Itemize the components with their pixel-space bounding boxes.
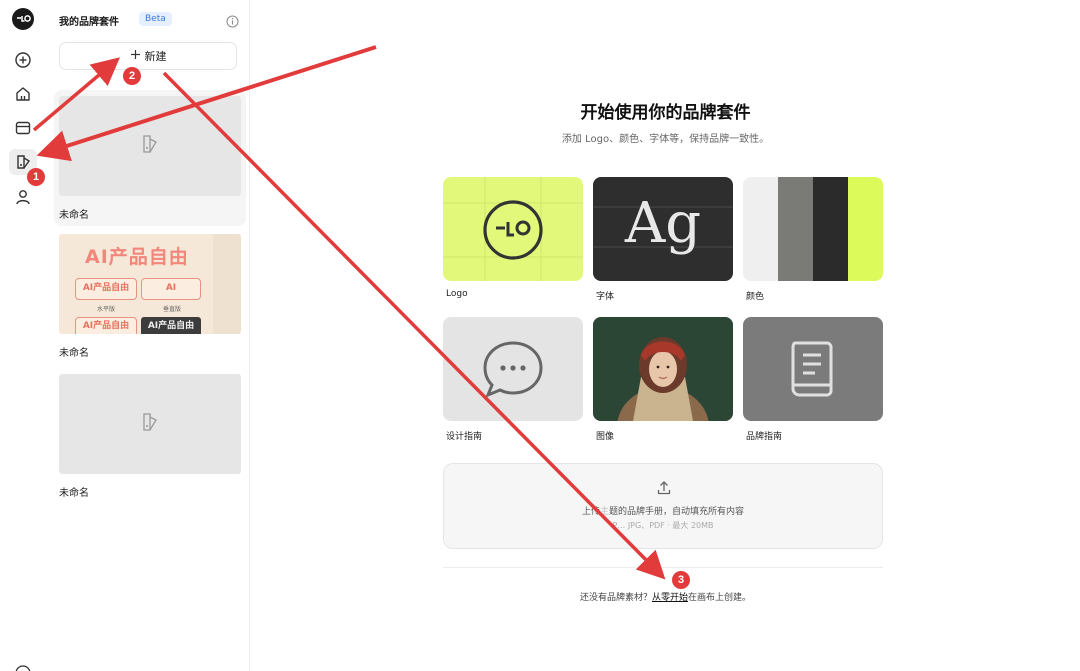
card-label: 颜色	[746, 292, 765, 302]
upload-format-hint: P… JPG、PDF · 最大 20MB	[612, 521, 714, 530]
brand-guide-card[interactable]: 品牌指南	[743, 317, 883, 442]
folder-icon[interactable]	[13, 118, 33, 138]
logo-card[interactable]: Logo	[443, 177, 583, 299]
kit-thumbnail	[59, 374, 241, 474]
color-swatch	[743, 177, 778, 281]
brand-kit-panel: 我的品牌套件 Beta 新建 未命名 AI产品自由 AI产品自由 AI 水平版 …	[46, 0, 250, 671]
start-from-scratch-link[interactable]: 从零开始	[652, 593, 688, 603]
upload-icon	[656, 480, 672, 500]
color-swatch	[848, 177, 883, 281]
design-guide-card-image	[443, 317, 583, 421]
image-card[interactable]: 图像	[593, 317, 733, 442]
upload-instructions: 上传主题的品牌手册，自动填充所有内容	[581, 507, 745, 517]
page-subtitle: 添加 Logo、颜色、字体等，保持品牌一致性。	[561, 134, 770, 145]
kit-card[interactable]: AI产品自由 AI产品自由 AI 水平版 垂直版 AI产品自由 AI产品自由 未…	[54, 228, 246, 359]
chat-bubble-icon	[483, 341, 543, 398]
brand-guide-card-image	[743, 317, 883, 421]
add-circle-icon[interactable]	[13, 50, 33, 70]
kit-card[interactable]: 未命名	[54, 90, 246, 226]
kit-name: 未命名	[59, 210, 89, 221]
font-card-image: Ag	[593, 177, 733, 281]
color-card-image	[743, 177, 883, 281]
new-kit-button[interactable]: 新建	[59, 42, 237, 70]
ai-thumb-tag: 垂直版	[163, 306, 182, 313]
new-kit-label: 新建	[144, 50, 167, 63]
home-icon[interactable]	[13, 84, 33, 104]
ai-thumb-dark-box: AI产品自由	[141, 317, 201, 334]
main-content: 开始使用你的品牌套件 添加 Logo、颜色、字体等，保持品牌一致性。 Logo …	[251, 0, 1080, 671]
info-icon[interactable]	[226, 13, 239, 32]
ai-thumb-tag: 水平版	[97, 306, 116, 313]
brand-kit-placeholder-icon	[138, 410, 162, 438]
portrait-image	[593, 317, 733, 421]
upload-dropzone[interactable]: 上传主题的品牌手册，自动填充所有内容 P… JPG、PDF · 最大 20MB	[443, 463, 883, 549]
kit-name: 未命名	[59, 488, 89, 499]
ai-thumb-box: AI	[141, 278, 201, 300]
ai-thumb-title: AI产品自由	[85, 246, 189, 268]
app-logo-icon[interactable]	[12, 8, 34, 30]
ai-thumb-box: AI产品自由	[75, 317, 137, 334]
design-guide-card[interactable]: 设计指南	[443, 317, 583, 442]
divider	[443, 567, 883, 568]
ai-thumb-side	[213, 234, 241, 334]
card-label: Logo	[446, 289, 468, 299]
card-label: 字体	[596, 292, 615, 302]
book-icon	[791, 341, 833, 397]
panel-header: 我的品牌套件 Beta	[59, 11, 239, 29]
card-label: 图像	[596, 432, 615, 442]
beta-badge: Beta	[139, 12, 172, 26]
brand-kit-placeholder-icon	[138, 132, 162, 160]
portrait-painting	[593, 317, 733, 421]
icon-rail	[0, 0, 46, 671]
kit-name: 未命名	[59, 348, 89, 359]
footer-hint: 还没有品牌素材？从零开始在画布上创建。	[579, 593, 752, 603]
card-label: 品牌指南	[746, 432, 783, 442]
color-swatch	[778, 177, 813, 281]
user-icon[interactable]	[13, 187, 33, 207]
panel-title: 我的品牌套件	[59, 17, 119, 28]
plus-icon	[130, 49, 141, 63]
kit-card[interactable]: 未命名	[54, 368, 246, 499]
font-card[interactable]: Ag 字体	[593, 177, 733, 302]
logo-card-image	[443, 177, 583, 281]
page-title: 开始使用你的品牌套件	[580, 103, 751, 123]
annotation-badge: 1	[27, 168, 45, 186]
color-card[interactable]: 颜色	[743, 177, 883, 302]
ai-thumb-box: AI产品自由	[75, 278, 137, 300]
kit-thumbnail: AI产品自由 AI产品自由 AI 水平版 垂直版 AI产品自由 AI产品自由	[59, 234, 241, 334]
color-swatch	[813, 177, 848, 281]
help-icon[interactable]	[14, 664, 32, 671]
logo-mark-icon	[443, 177, 583, 281]
font-sample: Ag	[624, 191, 702, 256]
kit-thumbnail	[59, 96, 241, 196]
card-label: 设计指南	[446, 432, 483, 442]
annotation-badge: 3	[672, 571, 690, 589]
annotation-badge: 2	[123, 67, 141, 85]
